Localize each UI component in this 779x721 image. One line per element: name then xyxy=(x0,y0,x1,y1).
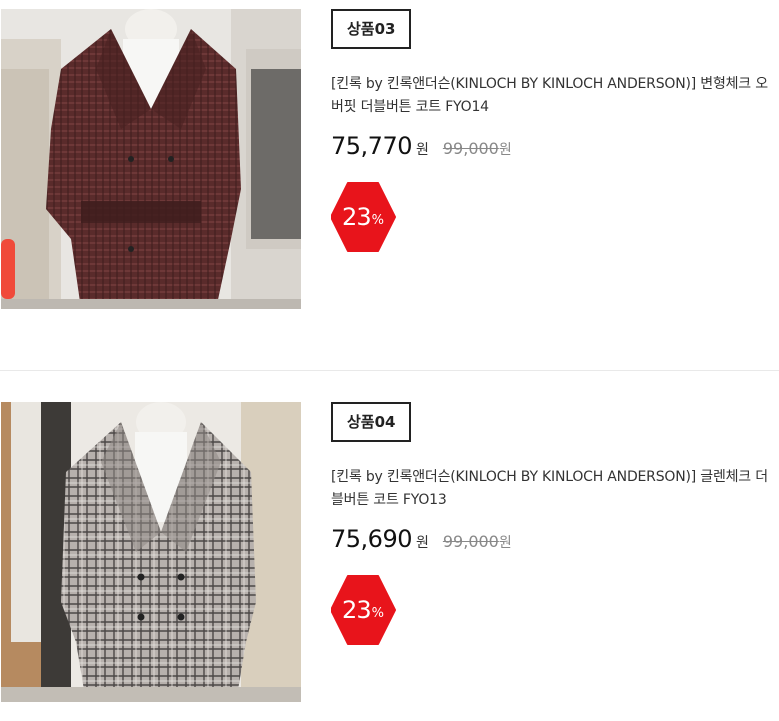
product-card[interactable]: 상품04 [킨록 by 킨록앤더슨(KINLOCH BY KINLOCH AND… xyxy=(0,402,779,702)
original-price: 99,000 xyxy=(442,532,499,551)
discount-value: 23 xyxy=(342,596,372,624)
product-image[interactable] xyxy=(1,9,301,309)
original-price-unit: 원 xyxy=(498,142,512,158)
price-row: 75,690 원 99,000 원 xyxy=(331,525,776,559)
sale-price-unit: 원 xyxy=(415,142,429,158)
product-number-badge: 상품03 xyxy=(331,9,412,49)
product-title[interactable]: [킨록 by 킨록앤더슨(KINLOCH BY KINLOCH ANDERSON… xyxy=(331,73,776,119)
product-title[interactable]: [킨록 by 킨록앤더슨(KINLOCH BY KINLOCH ANDERSON… xyxy=(331,466,776,512)
price-row: 75,770 원 99,000 원 xyxy=(331,132,776,166)
sale-price-unit: 원 xyxy=(415,535,429,551)
coat-photo-icon xyxy=(1,402,301,702)
discount-unit: % xyxy=(371,212,384,228)
discount-badge: 23% xyxy=(331,575,397,645)
discount-unit: % xyxy=(371,605,384,621)
product-info: 상품03 [킨록 by 킨록앤더슨(KINLOCH BY KINLOCH AND… xyxy=(331,9,776,252)
coat-photo-icon xyxy=(1,9,301,309)
sale-price: 75,690 xyxy=(331,525,412,553)
original-price-unit: 원 xyxy=(498,535,512,551)
discount-badge: 23% xyxy=(331,182,397,252)
product-image[interactable] xyxy=(1,402,301,702)
original-price: 99,000 xyxy=(442,139,499,158)
product-info: 상품04 [킨록 by 킨록앤더슨(KINLOCH BY KINLOCH AND… xyxy=(331,402,776,645)
product-number-badge: 상품04 xyxy=(331,402,412,442)
sale-price: 75,770 xyxy=(331,132,412,160)
product-card[interactable]: 상품03 [킨록 by 킨록앤더슨(KINLOCH BY KINLOCH AND… xyxy=(0,9,779,309)
product-divider xyxy=(0,370,779,371)
discount-value: 23 xyxy=(342,203,372,231)
